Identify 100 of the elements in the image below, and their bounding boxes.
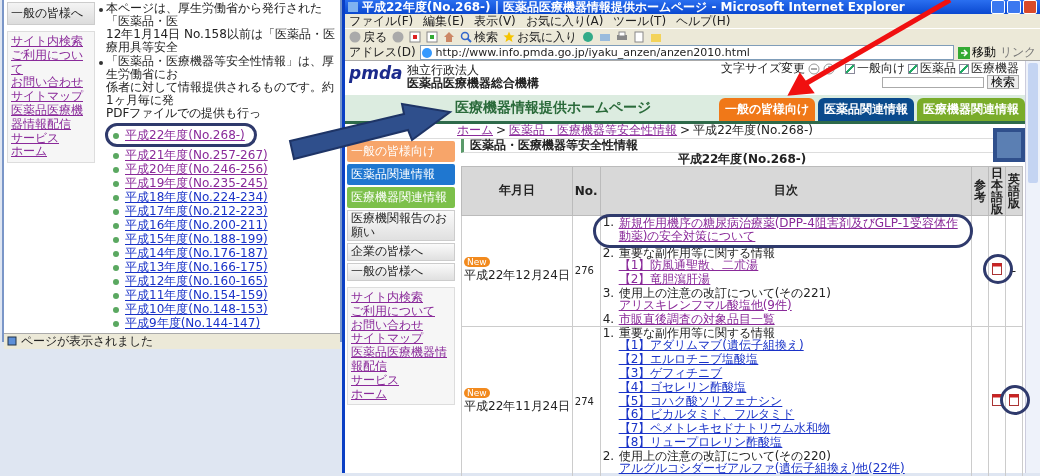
article-link[interactable]: 【2】エルロチニブ塩酸塩 (618, 353, 759, 367)
year-link[interactable]: 平成15年度(No.188-199) (125, 232, 268, 247)
sidebar-button[interactable]: 一般の皆様へ (7, 2, 95, 25)
article-link[interactable]: 【3】ゲフィチニブ (618, 366, 723, 381)
go-button[interactable]: 移動 (958, 44, 996, 61)
year-link[interactable]: 平成12年度(No.160-165) (125, 274, 268, 289)
restore-button[interactable] (1007, 0, 1021, 14)
search-button[interactable]: 検索 (460, 28, 498, 46)
checkbox-label[interactable]: 一般向け (857, 62, 905, 76)
checkbox-label[interactable]: 医薬品 (920, 62, 956, 76)
print-icon[interactable] (616, 31, 628, 43)
item-number: 2. (602, 247, 615, 263)
page-icon (7, 336, 17, 347)
sidebar-link[interactable]: サイト内検索 (11, 35, 91, 49)
pdf-icon[interactable] (992, 263, 1002, 276)
sidebar-link[interactable]: お問い合わせ (11, 76, 91, 91)
back-button[interactable]: 戻る (349, 28, 387, 46)
year-link[interactable]: 平成21年度(No.257-267) (125, 148, 268, 163)
nav-link[interactable]: ご利用について (351, 304, 451, 319)
article-link[interactable]: 【6】ビカルタミド、フルタミド (618, 408, 795, 423)
article-link[interactable]: 【1】防風通聖散、二朮湯 (618, 259, 759, 273)
year-link[interactable]: 平成19年度(No.235-245) (125, 176, 268, 191)
links-label[interactable]: リンク (1000, 44, 1036, 61)
search-field[interactable] (882, 76, 984, 88)
nav-link[interactable]: サイトマップ (351, 332, 451, 347)
nav-item[interactable]: 企業の皆様へ (347, 243, 455, 262)
checkbox-label[interactable]: 医療機器 (971, 62, 1019, 76)
star-icon[interactable] (503, 31, 515, 43)
article-link[interactable]: 【1】アダリムマブ(遺伝子組換え) (618, 339, 804, 354)
year-link[interactable]: 平成17年度(No.212-223) (125, 204, 268, 219)
nav-link[interactable]: 医薬品医療機器情報配信 (351, 346, 451, 374)
article-link[interactable]: 【7】ペメトレキセドナトリウム水和物 (618, 422, 831, 436)
search-button[interactable]: 検索 (987, 75, 1019, 90)
font-size-label: 文字サイズ変更 (721, 62, 805, 76)
checkbox[interactable] (959, 63, 969, 74)
breadcrumb-link[interactable]: 医薬品・医療機器等安全性情報 (509, 124, 678, 138)
stop-icon[interactable] (409, 31, 421, 43)
minimize-button[interactable] (991, 0, 1005, 14)
nav-link[interactable]: ホーム (351, 387, 451, 402)
article-link[interactable]: 【2】竜胆瀉肝湯 (618, 272, 711, 287)
nav-link[interactable]: サービス (351, 373, 451, 388)
favorites-button[interactable]: お気に入り (503, 28, 577, 46)
year-link[interactable]: 平成10年度(No.148-153) (125, 302, 268, 317)
year-link[interactable]: 平成22年度(No.268-) (125, 128, 245, 143)
year-link[interactable]: 平成14年度(No.176-187) (125, 246, 268, 261)
menu-item[interactable]: 編集(E) (423, 12, 465, 30)
menu-item[interactable]: ツール(T) (613, 12, 667, 30)
scrollbar[interactable] (1025, 61, 1040, 473)
article-link[interactable]: アルグルコシダーゼアルファ(遺伝子組換え)他(22件) (618, 461, 905, 476)
item-number: 3. (602, 286, 615, 302)
bullet-icon (113, 320, 119, 327)
article-link[interactable]: 新規作用機序の糖尿病治療薬(DPP-4阻害剤及びGLP-1受容体作動薬)の安全対策について (618, 216, 969, 245)
year-link[interactable]: 平成13年度(No.166-175) (125, 260, 268, 275)
sidebar-link[interactable]: 医薬品医療機器情報配信 (11, 104, 91, 132)
search-icon[interactable] (460, 31, 472, 43)
address-label: アドレス(D) (349, 44, 416, 61)
issue-number: 274 (572, 326, 601, 476)
nav-item[interactable]: 医療機関報告のお願い (347, 209, 455, 242)
pdf-icon[interactable] (992, 393, 1002, 406)
arrow-icon[interactable] (958, 46, 970, 59)
nav-link[interactable]: お問い合わせ (351, 318, 451, 333)
breadcrumb-separator: > (680, 124, 691, 138)
breadcrumb-current: 平成22年度(No.268-) (693, 124, 813, 138)
checkbox[interactable] (908, 63, 918, 74)
bullet-icon (99, 60, 103, 65)
org-type: 独立行政法人 (406, 64, 480, 77)
sidebar-link[interactable]: ご利用について (11, 48, 91, 77)
menu-item[interactable]: ファイル(F) (349, 12, 414, 30)
checkbox[interactable] (845, 63, 855, 74)
category-tab[interactable]: 医薬品関連情報 (818, 98, 914, 121)
bullet-icon (113, 222, 119, 229)
refresh-icon[interactable] (426, 31, 438, 43)
pdf-icon[interactable] (1009, 393, 1019, 406)
menu-item[interactable]: お気に入り(A) (525, 12, 604, 30)
sidebar-link[interactable]: ホーム (11, 145, 91, 160)
decrease-icon[interactable] (808, 62, 820, 75)
banner-title: 医療機器情報提供ホームページ (455, 99, 651, 117)
nav-button[interactable]: 医薬品関連情報 (347, 163, 455, 185)
nav-link[interactable]: サイト内検索 (351, 291, 451, 305)
article-link[interactable]: 【8】リュープロレリン酢酸塩 (618, 435, 783, 450)
breadcrumb-link[interactable]: ホーム (457, 124, 493, 138)
article-link[interactable]: 市販直後調査の対象品目一覧 (618, 311, 775, 326)
close-button[interactable] (1023, 0, 1037, 14)
menu-item[interactable]: ヘルプ(H) (676, 12, 731, 30)
article-link[interactable]: アリスキレンフマル酸塩他(9件) (618, 298, 792, 313)
item-number: 1. (602, 327, 615, 343)
logo[interactable]: pmda (349, 64, 403, 83)
year-link[interactable]: 平成20年度(No.246-256) (125, 162, 268, 177)
year-link[interactable]: 平成11年度(No.154-159) (125, 288, 268, 303)
status-text: ページが表示されました (21, 332, 153, 350)
sidebar-link[interactable]: サービス (11, 131, 91, 146)
article-link[interactable]: 【5】コハク酸ソリフェナシン (618, 394, 783, 409)
article-link[interactable]: 【4】ゴセレリン酢酸塩 (618, 380, 747, 395)
year-link[interactable]: 平成18年度(No.224-234) (125, 190, 268, 205)
year-link[interactable]: 平成9年度(No.144-147) (125, 316, 261, 331)
sidebar-link[interactable]: サイトマップ (11, 90, 91, 104)
nav-item[interactable]: 一般の皆様へ (347, 263, 455, 281)
address-field[interactable]: http://www.info.pmda.go.jp/iyaku_anzen/anzen2010.html (419, 45, 954, 60)
year-link[interactable]: 平成16年度(No.200-211) (125, 218, 268, 233)
home-icon[interactable] (443, 31, 455, 43)
